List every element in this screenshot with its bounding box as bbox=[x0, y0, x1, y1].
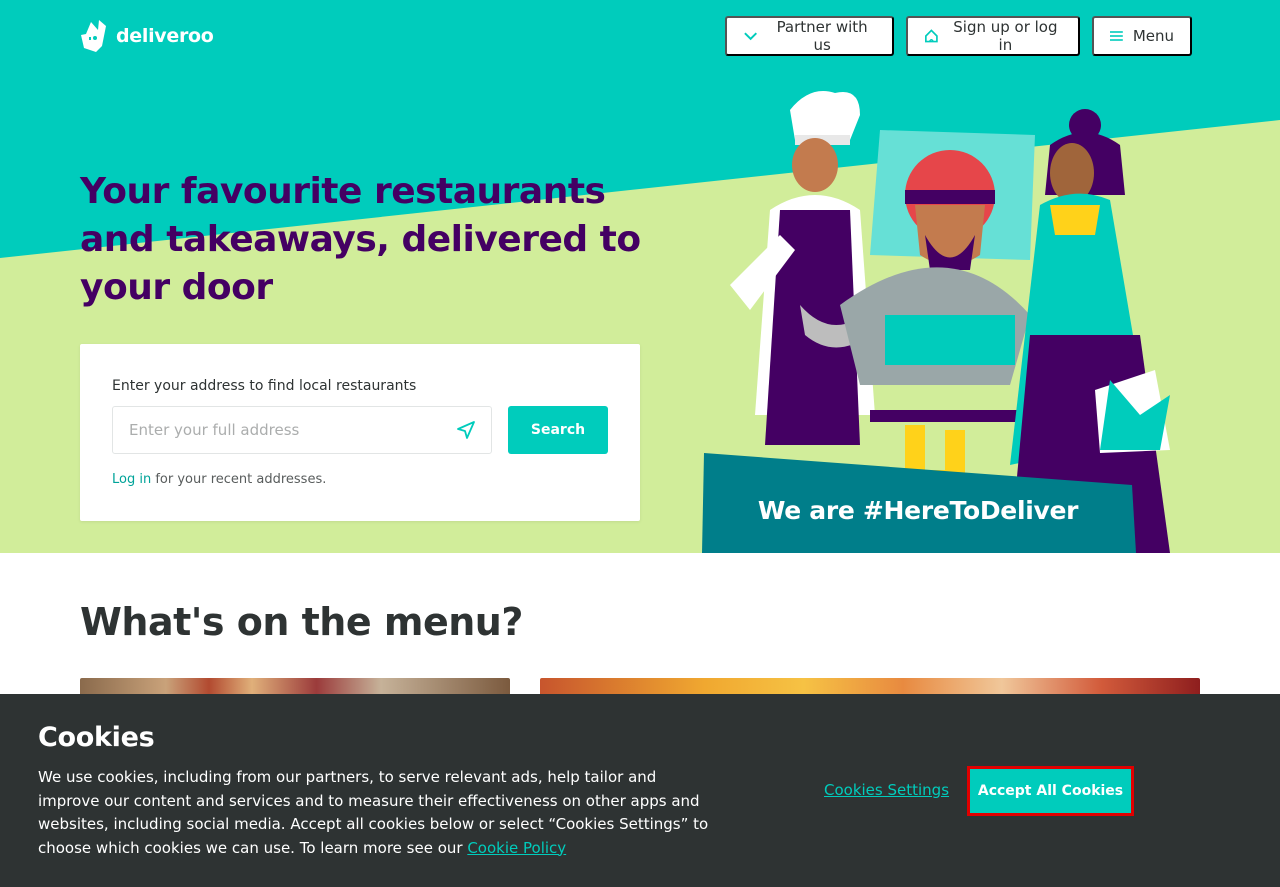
login-hint-text: for your recent addresses. bbox=[151, 472, 327, 487]
menu-label: Menu bbox=[1132, 27, 1174, 45]
sign-up-or-log-in-button[interactable]: Sign up or log in bbox=[906, 16, 1080, 56]
cookie-policy-link[interactable]: Cookie Policy bbox=[467, 839, 566, 857]
logo-text: deliveroo bbox=[116, 25, 214, 47]
search-button[interactable]: Search bbox=[508, 406, 608, 454]
log-in-link[interactable]: Log in bbox=[112, 472, 151, 487]
cookie-banner-title: Cookies bbox=[38, 722, 155, 753]
cookie-banner-text: We use cookies, including from our partn… bbox=[38, 766, 718, 860]
chevron-down-icon bbox=[744, 32, 758, 41]
menu-section-title: What's on the menu? bbox=[80, 600, 523, 644]
recent-addresses-hint: Log in for your recent addresses. bbox=[112, 472, 326, 487]
site-header: deliveroo Partner with us Sign up or log… bbox=[0, 0, 1280, 72]
accept-all-cookies-button[interactable]: Accept All Cookies bbox=[967, 766, 1134, 816]
here-to-deliver-banner: We are #HereToDeliver bbox=[757, 496, 1079, 525]
kangaroo-logo-icon bbox=[81, 20, 106, 52]
riders-illustration bbox=[702, 91, 1170, 553]
hamburger-icon bbox=[1110, 31, 1123, 41]
hero-section: deliveroo Partner with us Sign up or log… bbox=[0, 0, 1280, 553]
cookie-body-text: We use cookies, including from our partn… bbox=[38, 768, 709, 857]
menu-button[interactable]: Menu bbox=[1092, 16, 1192, 56]
address-search-card: Enter your address to find local restaur… bbox=[80, 344, 640, 521]
partner-with-us-button[interactable]: Partner with us bbox=[725, 16, 894, 56]
cookie-banner: Cookies We use cookies, including from o… bbox=[0, 694, 1280, 887]
location-arrow-icon[interactable] bbox=[456, 420, 476, 440]
home-icon bbox=[925, 29, 938, 43]
signup-label: Sign up or log in bbox=[953, 18, 1058, 54]
address-input[interactable] bbox=[112, 406, 492, 454]
partner-label: Partner with us bbox=[776, 18, 868, 54]
deliveroo-logo[interactable]: deliveroo bbox=[80, 20, 214, 52]
cookies-settings-button[interactable]: Cookies Settings bbox=[824, 781, 949, 799]
address-search-label: Enter your address to find local restaur… bbox=[112, 378, 417, 394]
hero-headline: Your favourite restaurants and takeaways… bbox=[80, 171, 641, 308]
